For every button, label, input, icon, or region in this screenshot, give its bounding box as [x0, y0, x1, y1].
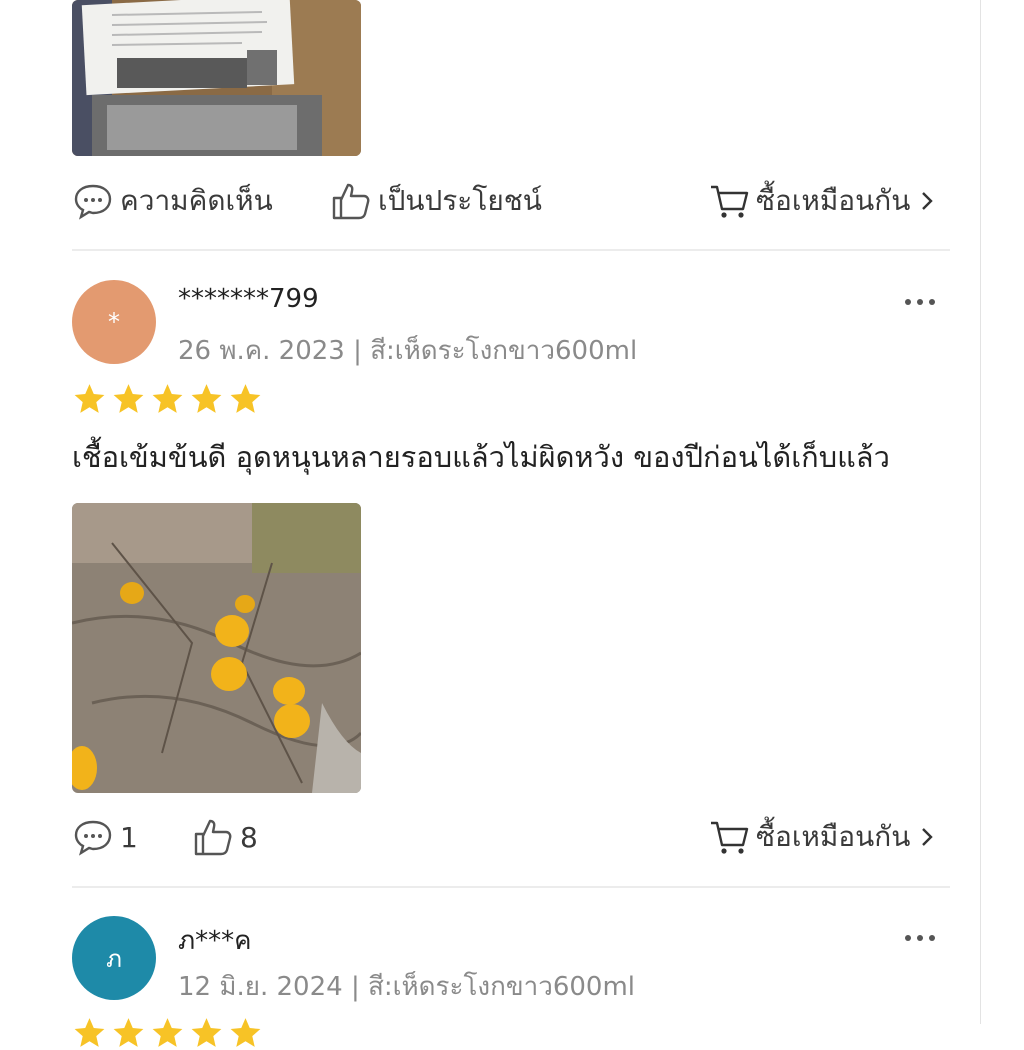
star-icon [74, 1018, 105, 1047]
more-icon-dot [917, 299, 923, 305]
review-username: *******799 [178, 284, 319, 314]
star-icon [230, 1018, 261, 1047]
star-icon [74, 384, 105, 413]
review-date: 26 พ.ค. 2023 [178, 336, 345, 366]
review-actions: 1 8 ซื้อเหมือนกัน [72, 812, 952, 862]
comment-label: ความคิดเห็น [120, 184, 273, 217]
review-text: เชื้อเข้มข้นดี อุดหนุนหลายรอบแล้วไม่ผิดห… [72, 440, 890, 474]
buy-same-label: ซื้อเหมือนกัน [756, 820, 911, 853]
avatar-letter: ภ [106, 944, 122, 973]
star-icon [230, 384, 261, 413]
cart-icon [711, 185, 749, 218]
helpful-button[interactable]: เป็นประโยชน์ [330, 176, 542, 226]
review-photo-package[interactable] [72, 0, 361, 156]
review-variant: สี:เห็ดระโงกขาว600ml [370, 336, 638, 366]
review-meta: 12 มิ.ย. 2024 | สี:เห็ดระโงกขาว600ml [178, 966, 635, 1007]
avatar-letter: * [108, 308, 120, 336]
more-icon [905, 299, 911, 305]
star-icon [113, 384, 144, 413]
comment-icon [74, 184, 112, 220]
review-divider [72, 886, 950, 888]
mushrooms-image [72, 503, 361, 793]
more-icon-dot [917, 935, 923, 941]
meta-separator: | [350, 972, 368, 1002]
comment-button[interactable]: 1 [72, 812, 138, 862]
chevron-right-icon [922, 828, 934, 846]
more-options-button[interactable] [905, 292, 945, 312]
comment-button[interactable]: ความคิดเห็น [72, 176, 273, 226]
review-date: 12 มิ.ย. 2024 [178, 972, 343, 1002]
comment-count: 1 [120, 820, 138, 854]
star-rating [72, 1016, 263, 1050]
star-icon [191, 384, 222, 413]
helpful-count: 8 [240, 820, 258, 854]
buy-same-label: ซื้อเหมือนกัน [756, 184, 911, 217]
more-options-button[interactable] [905, 928, 945, 948]
review-divider [72, 249, 950, 251]
chevron-right-icon [922, 192, 934, 210]
meta-separator: | [353, 336, 371, 366]
comment-icon [74, 820, 112, 856]
more-icon-dot [929, 299, 935, 305]
review-username: ภ***ค [178, 926, 252, 956]
avatar[interactable]: ภ [72, 916, 156, 1000]
review-photo-mushrooms[interactable] [72, 503, 361, 793]
page-edge-divider [980, 0, 981, 1024]
review-variant: สี:เห็ดระโงกขาว600ml [367, 972, 636, 1002]
star-icon [113, 1018, 144, 1047]
star-rating [72, 382, 263, 416]
thumbs-up-icon [332, 183, 370, 220]
review-meta: 26 พ.ค. 2023 | สี:เห็ดระโงกขาว600ml [178, 330, 637, 371]
star-icon [152, 1018, 183, 1047]
more-icon [905, 935, 911, 941]
star-icon [191, 1018, 222, 1047]
package-image [72, 0, 361, 156]
thumbs-up-icon [194, 819, 232, 856]
more-icon-dot [929, 935, 935, 941]
helpful-button[interactable]: 8 [192, 812, 258, 862]
buy-same-button[interactable]: ซื้อเหมือนกัน [708, 812, 942, 862]
avatar[interactable]: * [72, 280, 156, 364]
buy-same-button[interactable]: ซื้อเหมือนกัน [708, 176, 942, 226]
helpful-label: เป็นประโยชน์ [378, 184, 542, 217]
cart-icon [711, 821, 749, 854]
top-review-actions: ความคิดเห็น เป็นประโยชน์ ซื้อเหมือนกัน [72, 176, 952, 226]
star-icon [152, 384, 183, 413]
